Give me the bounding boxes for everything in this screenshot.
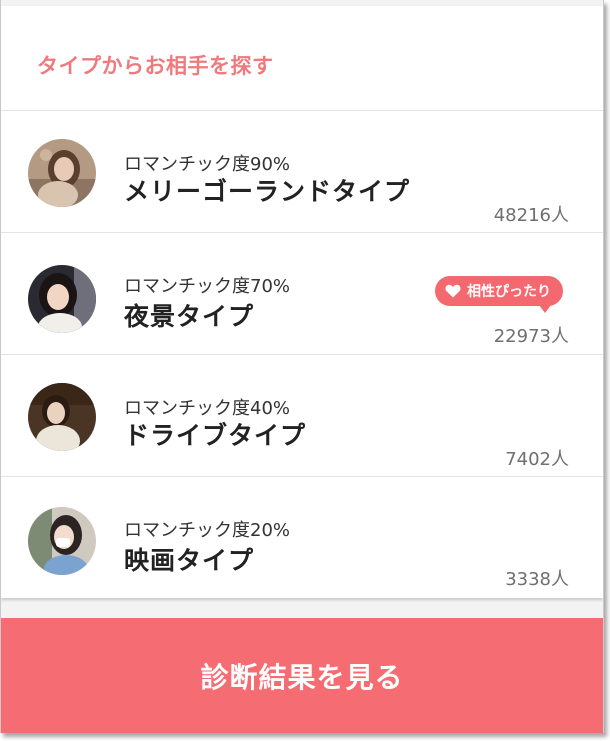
- type-name: メリーゴーランドタイプ: [124, 177, 411, 206]
- app-frame: タイプからお相手を探す ロマンチック度90% メリーゴーランドタイプ 48216…: [0, 0, 604, 733]
- type-row-merry-go-round[interactable]: ロマンチック度90% メリーゴーランドタイプ 48216人: [1, 111, 603, 232]
- type-row-movie[interactable]: ロマンチック度20% 映画タイプ 3338人: [1, 477, 603, 598]
- member-count: 48216人: [493, 205, 569, 226]
- type-row-drive[interactable]: ロマンチック度40% ドライブタイプ 7402人: [1, 355, 603, 476]
- member-count: 3338人: [505, 569, 569, 590]
- member-count: 22973人: [493, 326, 569, 347]
- avatar: [28, 265, 96, 333]
- avatar: [28, 139, 96, 207]
- badge-label: 相性ぴったり: [467, 284, 551, 300]
- romantic-degree: ロマンチック度20%: [124, 520, 291, 541]
- badge-pointer: [539, 305, 551, 313]
- type-name: 映画タイプ: [124, 546, 255, 575]
- compatibility-badge: 相性ぴったり: [435, 276, 563, 313]
- member-count: 7402人: [505, 449, 569, 470]
- avatar: [28, 383, 96, 451]
- heart-icon: [445, 284, 461, 298]
- avatar: [28, 507, 96, 575]
- type-list-card: タイプからお相手を探す ロマンチック度90% メリーゴーランドタイプ 48216…: [1, 6, 603, 598]
- romantic-degree: ロマンチック度70%: [124, 276, 291, 297]
- view-diagnosis-results-button[interactable]: 診断結果を見る: [1, 618, 603, 733]
- section-title: タイプからお相手を探す: [37, 54, 274, 78]
- type-name: ドライブタイプ: [124, 421, 307, 450]
- type-name: 夜景タイプ: [124, 302, 255, 331]
